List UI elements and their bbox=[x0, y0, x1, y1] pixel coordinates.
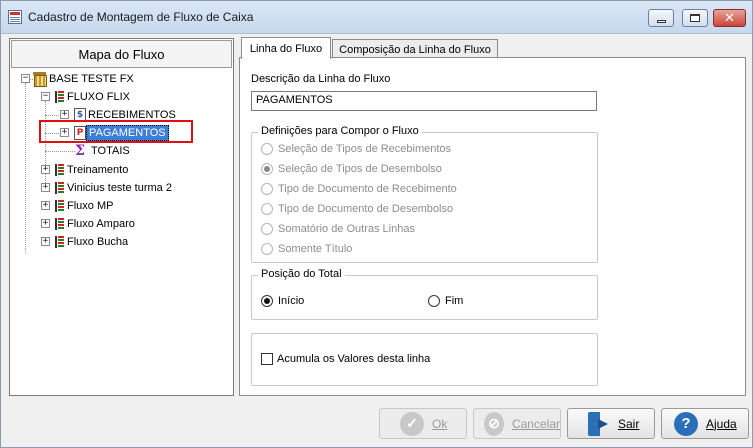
exit-label: Sair bbox=[618, 416, 640, 431]
close-button[interactable]: ✕ bbox=[713, 9, 746, 27]
selection-highlight-box bbox=[39, 120, 193, 143]
tab-page-linha: Descrição da Linha do Fluxo PAGAMENTOS D… bbox=[239, 57, 746, 396]
cash-flow-icon bbox=[8, 10, 22, 24]
option-selecao-recebimentos: Seleção de Tipos de Recebimentos bbox=[261, 143, 451, 155]
flux-icon bbox=[53, 199, 65, 213]
radio-icon bbox=[261, 203, 273, 215]
option-somente-titulo: Somente Título bbox=[261, 243, 352, 255]
descricao-input[interactable]: PAGAMENTOS bbox=[251, 91, 597, 111]
option-selecao-desembolso: Seleção de Tipos de Desembolso bbox=[261, 163, 442, 175]
tree-item-fluxo-amparo[interactable]: + Fluxo Amparo bbox=[41, 215, 137, 233]
window-title: Cadastro de Montagem de Fluxo de Caixa bbox=[28, 10, 254, 24]
expand-icon[interactable]: + bbox=[41, 219, 50, 228]
tree-item-treinamento[interactable]: + Treinamento bbox=[41, 161, 130, 179]
radio-icon bbox=[261, 223, 273, 235]
tree-item-label: Fluxo Amparo bbox=[67, 218, 135, 230]
flow-map-header: Mapa do Fluxo bbox=[11, 40, 232, 68]
definicoes-group: Definições para Compor o Fluxo Seleção d… bbox=[251, 125, 598, 263]
help-button[interactable]: ? Ajuda bbox=[661, 408, 749, 439]
tree-connector bbox=[25, 83, 26, 253]
radio-icon[interactable] bbox=[428, 295, 440, 307]
acumula-checkbox-row[interactable]: Acumula os Valores desta linha bbox=[261, 353, 430, 365]
flux-icon bbox=[53, 181, 65, 195]
tree-item-totais[interactable]: Σ TOTAIS bbox=[74, 142, 132, 160]
posicao-group: Posição do Total Início Fim bbox=[251, 268, 598, 320]
flux-icon bbox=[53, 217, 65, 231]
option-label: Seleção de Tipos de Desembolso bbox=[278, 163, 442, 175]
option-label: Somente Título bbox=[278, 243, 353, 255]
expand-icon[interactable]: + bbox=[41, 165, 50, 174]
option-label: Somatório de Outras Linhas bbox=[278, 223, 415, 235]
acumula-label: Acumula os Valores desta linha bbox=[277, 353, 431, 365]
definicoes-title: Definições para Compor o Fluxo bbox=[258, 125, 422, 137]
tab-composicao[interactable]: Composição da Linha do Fluxo bbox=[332, 39, 498, 59]
database-icon bbox=[33, 72, 47, 87]
title-bar[interactable]: Cadastro de Montagem de Fluxo de Caixa ✕ bbox=[1, 1, 752, 34]
minimize-icon bbox=[656, 19, 666, 23]
option-label: Fim bbox=[445, 295, 464, 307]
tree-item-label: Fluxo Bucha bbox=[67, 236, 129, 248]
close-icon: ✕ bbox=[724, 10, 735, 26]
sigma-icon: Σ bbox=[75, 143, 85, 159]
tree-item-label: FLUXO FLIX bbox=[67, 91, 130, 103]
option-tipo-doc-desembolso: Tipo de Documento de Desembolso bbox=[261, 203, 453, 215]
tree-item-label: BASE TESTE FX bbox=[49, 73, 134, 85]
tree-item-fluxo-bucha[interactable]: + Fluxo Bucha bbox=[41, 233, 130, 251]
tab-linha-do-fluxo[interactable]: Linha do Fluxo bbox=[241, 37, 331, 59]
cancel-label: Cancelar bbox=[511, 416, 560, 431]
option-label: Início bbox=[278, 295, 305, 307]
collapse-icon[interactable]: − bbox=[41, 92, 50, 101]
minimize-button[interactable] bbox=[648, 9, 674, 27]
tree-item-fluxo-mp[interactable]: + Fluxo MP bbox=[41, 197, 115, 215]
radio-icon bbox=[261, 163, 273, 175]
descricao-label: Descrição da Linha do Fluxo bbox=[251, 73, 391, 85]
tree-item-vinicius[interactable]: + Vinicius teste turma 2 bbox=[41, 179, 174, 197]
flow-tree[interactable]: − BASE TESTE FX − FLUXO FLIX + $ RECEBIM… bbox=[10, 70, 233, 394]
tree-connector bbox=[45, 115, 61, 116]
option-label: Tipo de Documento de Recebimento bbox=[278, 183, 457, 195]
tree-item-label: Vinicius teste turma 2 bbox=[67, 182, 172, 194]
posicao-title: Posição do Total bbox=[258, 268, 345, 280]
expand-icon[interactable]: + bbox=[41, 183, 50, 192]
maximize-button[interactable] bbox=[682, 9, 708, 27]
expand-icon[interactable]: + bbox=[60, 110, 69, 119]
expand-icon[interactable]: + bbox=[41, 201, 50, 210]
radio-icon[interactable] bbox=[261, 295, 273, 307]
ok-label: Ok bbox=[432, 416, 448, 431]
tree-item-label: Fluxo MP bbox=[67, 200, 114, 212]
tree-connector bbox=[45, 151, 75, 152]
tree-item-label: TOTAIS bbox=[91, 145, 130, 157]
flux-icon bbox=[53, 90, 65, 104]
ok-button[interactable]: ✓ Ok bbox=[379, 408, 467, 439]
option-label: Seleção de Tipos de Recebimentos bbox=[278, 143, 452, 155]
tree-item-root[interactable]: − BASE TESTE FX bbox=[21, 70, 136, 88]
radio-fim[interactable]: Fim bbox=[428, 295, 463, 307]
option-tipo-doc-recebimento: Tipo de Documento de Recebimento bbox=[261, 183, 457, 195]
exit-door-icon bbox=[588, 411, 610, 436]
help-icon: ? bbox=[674, 411, 698, 436]
tree-item-fluxo-flix[interactable]: − FLUXO FLIX bbox=[41, 88, 132, 106]
radio-icon bbox=[261, 143, 273, 155]
cancel-icon: ⊘ bbox=[484, 411, 504, 436]
flux-icon bbox=[53, 235, 65, 249]
main-window: Cadastro de Montagem de Fluxo de Caixa ✕… bbox=[0, 0, 753, 448]
radio-icon bbox=[261, 243, 273, 255]
tree-item-label: Treinamento bbox=[67, 164, 129, 176]
option-label: Tipo de Documento de Desembolso bbox=[278, 203, 454, 215]
flow-map-panel: Mapa do Fluxo − BASE TESTE FX − FLUXO FL… bbox=[9, 38, 234, 396]
flux-icon bbox=[53, 163, 65, 177]
cancel-button[interactable]: ⊘ Cancelar bbox=[473, 408, 561, 439]
check-icon: ✓ bbox=[400, 411, 424, 436]
acumula-group: Acumula os Valores desta linha bbox=[251, 333, 598, 386]
exit-button[interactable]: Sair bbox=[567, 408, 655, 439]
option-somatorio-linhas: Somatório de Outras Linhas bbox=[261, 223, 415, 235]
radio-icon bbox=[261, 183, 273, 195]
radio-inicio[interactable]: Início bbox=[261, 295, 304, 307]
acumula-checkbox[interactable] bbox=[261, 353, 273, 365]
maximize-icon bbox=[690, 14, 700, 22]
collapse-icon[interactable]: − bbox=[21, 74, 30, 83]
help-label: Ajuda bbox=[706, 416, 737, 431]
expand-icon[interactable]: + bbox=[41, 237, 50, 246]
